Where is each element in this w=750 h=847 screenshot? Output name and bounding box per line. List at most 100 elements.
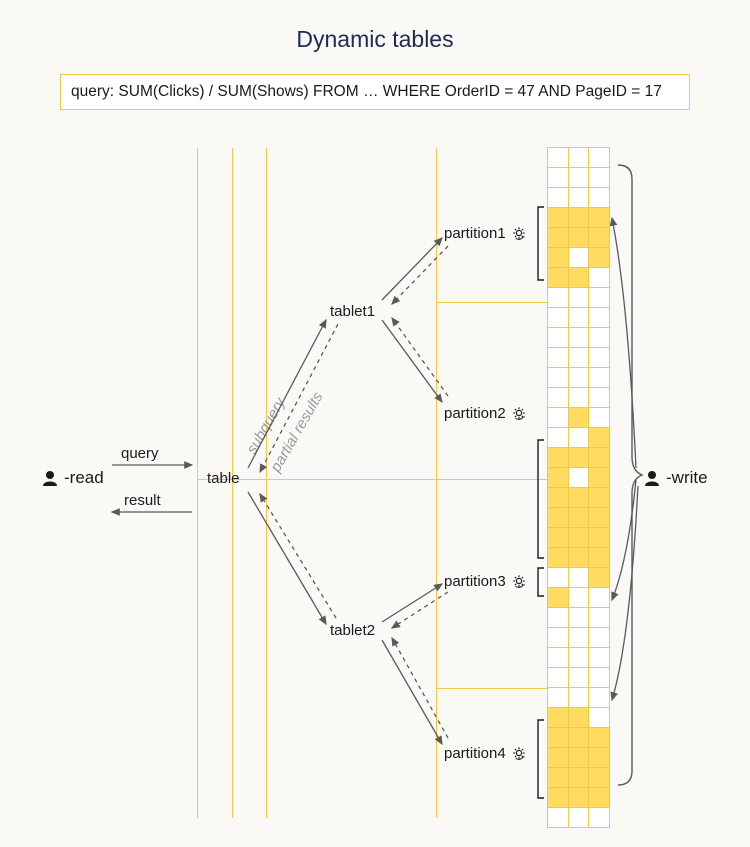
table-row	[548, 408, 610, 428]
table-cell	[547, 227, 569, 248]
table-cell	[547, 807, 569, 828]
table-cell	[547, 407, 569, 428]
table-cell	[547, 207, 569, 228]
table-cell	[568, 687, 590, 708]
table-cell	[588, 587, 610, 608]
table-row	[548, 488, 610, 508]
table-cell	[568, 507, 590, 528]
table-row	[548, 248, 610, 268]
table-cell	[547, 387, 569, 408]
table-cell	[568, 287, 590, 308]
data-column-table	[548, 148, 610, 828]
table-cell	[547, 727, 569, 748]
table-cell	[547, 607, 569, 628]
table-cell	[568, 467, 590, 488]
table-cell	[568, 167, 590, 188]
table-cell	[568, 347, 590, 368]
table-cell	[568, 207, 590, 228]
table-cell	[588, 607, 610, 628]
table-cell	[588, 147, 610, 168]
table-cell	[547, 767, 569, 788]
table-cell	[568, 547, 590, 568]
table-cell	[588, 647, 610, 668]
table-cell	[568, 567, 590, 588]
table-row	[548, 148, 610, 168]
table-cell	[588, 227, 610, 248]
table-cell	[568, 227, 590, 248]
table-cell	[547, 707, 569, 728]
table-cell	[588, 407, 610, 428]
table-cell	[588, 187, 610, 208]
table-cell	[547, 647, 569, 668]
table-row	[548, 708, 610, 728]
table-row	[548, 748, 610, 768]
table-cell	[568, 747, 590, 768]
table-cell	[547, 147, 569, 168]
table-cell	[547, 627, 569, 648]
table-cell	[568, 267, 590, 288]
table-cell	[588, 527, 610, 548]
table-cell	[588, 427, 610, 448]
table-row	[548, 288, 610, 308]
table-cell	[588, 747, 610, 768]
table-cell	[547, 487, 569, 508]
table-cell	[568, 307, 590, 328]
table-cell	[588, 287, 610, 308]
table-row	[548, 348, 610, 368]
table-cell	[568, 367, 590, 388]
table-cell	[547, 507, 569, 528]
table-row	[548, 428, 610, 448]
table-cell	[547, 187, 569, 208]
table-cell	[568, 787, 590, 808]
table-cell	[588, 767, 610, 788]
table-row	[548, 668, 610, 688]
table-cell	[588, 787, 610, 808]
table-cell	[547, 267, 569, 288]
table-cell	[568, 387, 590, 408]
table-cell	[588, 687, 610, 708]
table-cell	[568, 727, 590, 748]
table-row	[548, 208, 610, 228]
table-cell	[588, 267, 610, 288]
table-row	[548, 468, 610, 488]
table-cell	[588, 467, 610, 488]
table-row	[548, 808, 610, 828]
table-cell	[588, 507, 610, 528]
table-cell	[568, 247, 590, 268]
table-cell	[568, 187, 590, 208]
table-row	[548, 168, 610, 188]
table-row	[548, 568, 610, 588]
table-row	[548, 448, 610, 468]
table-row	[548, 548, 610, 568]
table-cell	[588, 547, 610, 568]
table-row	[548, 268, 610, 288]
table-cell	[588, 307, 610, 328]
table-cell	[547, 447, 569, 468]
table-row	[548, 388, 610, 408]
table-row	[548, 308, 610, 328]
table-cell	[588, 707, 610, 728]
table-row	[548, 768, 610, 788]
table-row	[548, 608, 610, 628]
table-cell	[568, 427, 590, 448]
table-row	[548, 328, 610, 348]
table-cell	[588, 247, 610, 268]
table-cell	[547, 587, 569, 608]
table-cell	[547, 247, 569, 268]
table-row	[548, 728, 610, 748]
table-cell	[547, 787, 569, 808]
table-row	[548, 788, 610, 808]
table-cell	[568, 647, 590, 668]
table-cell	[588, 727, 610, 748]
arrows-svg	[0, 0, 750, 847]
table-row	[548, 588, 610, 608]
table-cell	[588, 347, 610, 368]
table-cell	[547, 427, 569, 448]
table-row	[548, 188, 610, 208]
table-cell	[547, 747, 569, 768]
table-cell	[588, 367, 610, 388]
table-row	[548, 628, 610, 648]
table-cell	[568, 607, 590, 628]
table-cell	[547, 667, 569, 688]
table-cell	[568, 807, 590, 828]
